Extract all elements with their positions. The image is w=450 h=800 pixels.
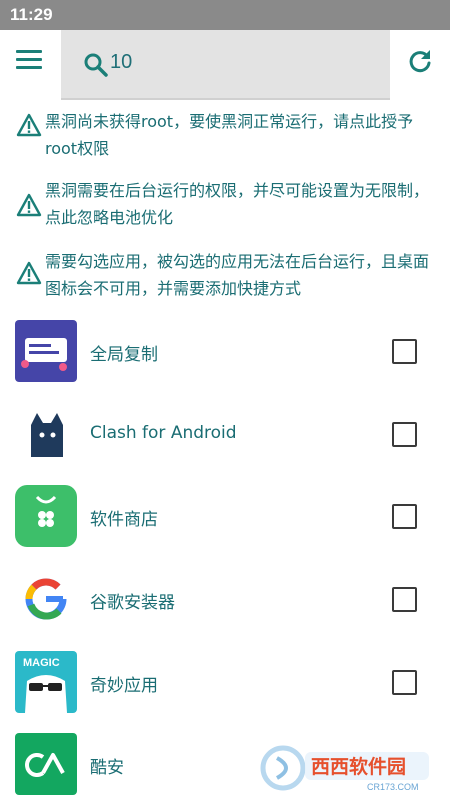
warning-text: 黑洞需要在后台运行的权限，并尽可能设置为无限制，点此忽略电池优化 [45, 181, 430, 227]
status-bar: 11:29 [0, 0, 450, 30]
app-row-clash[interactable]: Clash for Android [0, 403, 450, 485]
warning-text: 需要勾选应用，被勾选的应用无法在后台运行，且桌面图标会不可用，并需要添加快捷方式 [45, 252, 430, 298]
app-checkbox[interactable] [392, 587, 417, 612]
app-name: 全局复制 [90, 345, 158, 365]
app-name: 谷歌安装器 [90, 593, 175, 613]
hamburger-menu-icon[interactable] [16, 50, 44, 72]
status-time: 11:29 [10, 5, 53, 24]
app-name: 软件商店 [90, 510, 158, 530]
toolbar: 10 [0, 30, 450, 100]
global-copy-icon [15, 320, 77, 382]
google-g-icon [15, 568, 77, 630]
site-watermark: 西西软件园 CR173.COM [255, 742, 435, 794]
warning-icon [16, 113, 42, 137]
app-row-software-store[interactable]: 软件商店 [0, 485, 450, 567]
app-checkbox[interactable] [392, 504, 417, 529]
magic-sunglasses-icon: MAGIC [15, 651, 77, 713]
coolapk-icon [15, 733, 77, 795]
app-name: 酷安 [90, 758, 124, 778]
refresh-icon[interactable] [406, 47, 434, 75]
search-icon [84, 53, 108, 77]
app-checkbox[interactable] [392, 670, 417, 695]
warning-background[interactable]: 黑洞需要在后台运行的权限，并尽可能设置为无限制，点此忽略电池优化 [16, 177, 436, 231]
warning-root[interactable]: 黑洞尚未获得root，要使黑洞正常运行，请点此授予root权限 [16, 108, 436, 162]
app-row-global-copy[interactable]: 全局复制 [0, 320, 450, 402]
app-row-google-installer[interactable]: 谷歌安装器 [0, 568, 450, 650]
store-bag-icon [15, 485, 77, 547]
search-value: 10 [110, 51, 133, 73]
watermark-brand: 西西软件园 [311, 755, 406, 778]
magic-icon-text: MAGIC [23, 657, 60, 669]
warning-text: 黑洞尚未获得root，要使黑洞正常运行，请点此授予root权限 [45, 112, 414, 158]
warning-icon [16, 193, 42, 217]
warning-icon [16, 261, 42, 285]
app-name: Clash for Android [90, 423, 237, 443]
app-name: 奇妙应用 [90, 676, 158, 696]
watermark-url: CR173.COM [367, 782, 419, 792]
app-row-magic-app[interactable]: MAGIC 奇妙应用 [0, 651, 450, 733]
warning-select-apps: 需要勾选应用，被勾选的应用无法在后台运行，且桌面图标会不可用，并需要添加快捷方式 [16, 248, 436, 302]
app-checkbox[interactable] [392, 339, 417, 364]
search-input[interactable]: 10 [61, 30, 390, 100]
clash-cat-icon [15, 403, 77, 465]
app-checkbox[interactable] [392, 422, 417, 447]
